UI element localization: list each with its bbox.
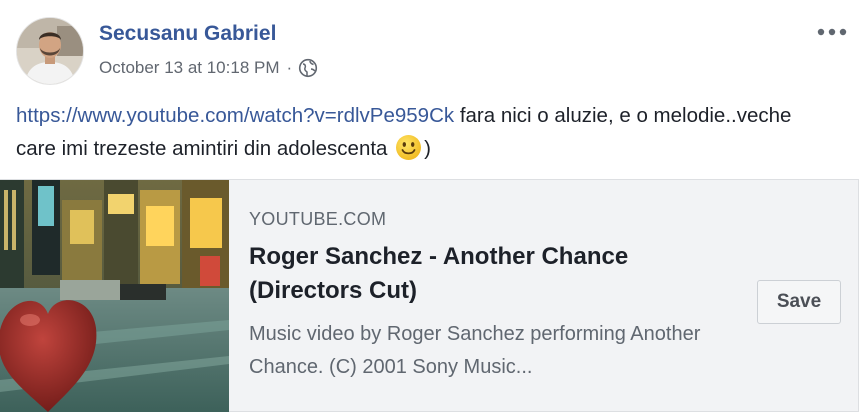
save-button[interactable]: Save <box>757 280 841 324</box>
facebook-post: Secusanu Gabriel October 13 at 10:18 PM … <box>0 0 860 414</box>
smiley-emoji-icon <box>395 134 422 161</box>
meta-separator: · <box>286 58 293 77</box>
more-options-button[interactable] <box>816 18 848 46</box>
post-message: https://www.youtube.com/watch?v=rdlvPe95… <box>16 99 816 165</box>
link-title[interactable]: Roger Sanchez - Another Chance (Director… <box>249 240 699 308</box>
avatar-photo <box>17 18 83 84</box>
link-domain: YOUTUBE.COM <box>249 209 387 229</box>
author-name-link[interactable]: Secusanu Gabriel <box>99 22 276 46</box>
link-description: Music video by Roger Sanchez performing … <box>249 323 701 378</box>
youtube-link[interactable]: https://www.youtube.com/watch?v=rdlvPe95… <box>16 104 454 127</box>
video-thumbnail[interactable] <box>0 180 229 412</box>
link-preview-body[interactable]: YOUTUBE.COM Roger Sanchez - Another Chan… <box>229 180 858 411</box>
post-timestamp[interactable]: October 13 at 10:18 PM <box>99 58 280 78</box>
globe-icon[interactable] <box>298 58 318 78</box>
post-message-closing: ) <box>424 137 431 160</box>
post-meta: October 13 at 10:18 PM · <box>99 58 318 78</box>
ellipsis-icon <box>817 28 847 36</box>
link-preview-card[interactable]: YOUTUBE.COM Roger Sanchez - Another Chan… <box>0 179 859 412</box>
author-avatar[interactable] <box>16 17 84 85</box>
